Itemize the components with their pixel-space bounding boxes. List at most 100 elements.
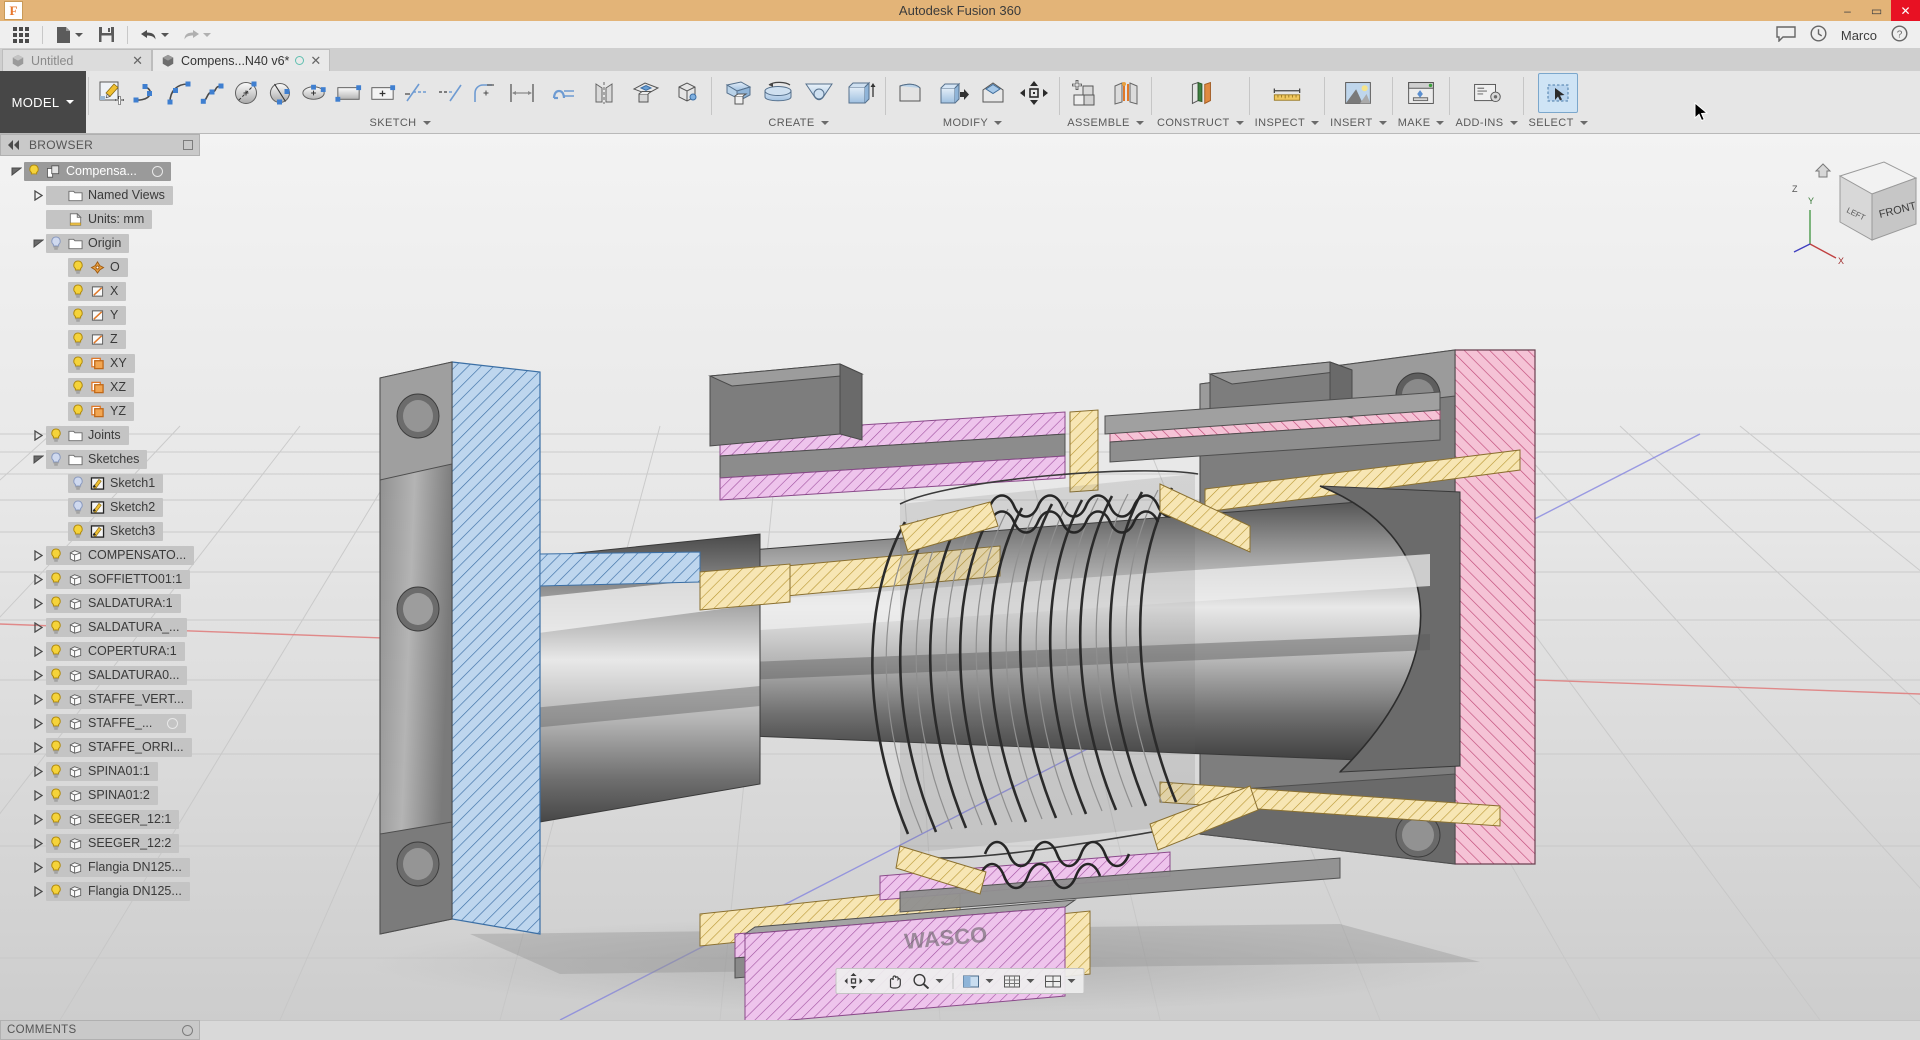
maximize-button[interactable]: ▭ — [1862, 0, 1891, 21]
ribbon-group-title-select[interactable]: SELECT — [1529, 115, 1588, 131]
visibility-bulb-icon[interactable] — [49, 547, 63, 563]
collapse-arrow-icon[interactable] — [33, 455, 44, 464]
expand-arrow-icon[interactable] — [33, 189, 43, 201]
visibility-bulb-icon[interactable] — [49, 427, 63, 443]
ribbon-group-title[interactable]: SKETCH — [369, 115, 431, 131]
measure-button[interactable] — [1267, 73, 1307, 113]
visibility-bulb-icon[interactable] — [49, 715, 63, 731]
visibility-bulb-icon[interactable] — [71, 331, 85, 347]
minimize-button[interactable]: – — [1833, 0, 1862, 21]
browser-item-toggle[interactable] — [8, 159, 24, 183]
browser-item-row[interactable]: SPINA01:1 — [46, 761, 158, 781]
arc-button[interactable] — [162, 73, 195, 113]
navigation-bar[interactable] — [835, 968, 1085, 994]
text-button[interactable] — [543, 73, 583, 113]
browser-item-flangia-dn125[interactable]: Flangia DN125... — [0, 879, 200, 903]
browser-item-toggle[interactable] — [30, 807, 46, 831]
select-button[interactable] — [1538, 73, 1579, 113]
new-component-button[interactable] — [1065, 73, 1105, 113]
browser-item-yz[interactable]: YZ — [0, 399, 200, 423]
project-button[interactable] — [625, 73, 665, 113]
browser-item-row[interactable]: XY — [68, 353, 135, 373]
browser-item-toggle[interactable] — [30, 879, 46, 903]
insert-image-button[interactable] — [1338, 73, 1378, 113]
browser-item-row[interactable]: Flangia DN125... — [46, 881, 190, 901]
browser-item-toggle[interactable] — [30, 447, 46, 471]
visibility-bulb-icon[interactable] — [49, 667, 63, 683]
browser-tree[interactable]: Compensa... Named Views Units: mm Origin O X Y… — [0, 156, 200, 903]
ribbon-group-title-create[interactable]: CREATE — [768, 115, 829, 131]
circle-button[interactable] — [230, 73, 263, 113]
collapse-left-icon[interactable] — [7, 140, 21, 150]
collapse-arrow-icon[interactable] — [11, 167, 22, 176]
history-button[interactable] — [1810, 25, 1827, 45]
visibility-bulb-icon[interactable] — [71, 355, 85, 371]
pan-button[interactable] — [882, 970, 907, 992]
visibility-bulb-icon[interactable] — [49, 595, 63, 611]
visibility-bulb-icon[interactable] — [49, 691, 63, 707]
browser-item-toggle[interactable] — [30, 423, 46, 447]
3d-print-button[interactable] — [1401, 73, 1441, 113]
browser-item-row[interactable]: Z — [68, 329, 126, 349]
browser-item-sketch3[interactable]: Sketch3 — [0, 519, 200, 543]
line-button[interactable] — [128, 73, 161, 113]
comments-button[interactable] — [1776, 25, 1796, 45]
browser-item-row[interactable]: Sketch2 — [68, 497, 164, 517]
visibility-bulb-icon[interactable] — [49, 643, 63, 659]
ellipse-button[interactable] — [298, 73, 331, 113]
offset-plane-button[interactable] — [1180, 73, 1220, 113]
browser-item-seeger-12-1[interactable]: SEEGER_12:1 — [0, 807, 200, 831]
browser-item-seeger-12-2[interactable]: SEEGER_12:2 — [0, 831, 200, 855]
browser-item-row[interactable]: Sketch3 — [68, 521, 164, 541]
browser-item-row[interactable]: SALDATURA0... — [46, 665, 188, 685]
expand-arrow-icon[interactable] — [33, 429, 43, 441]
browser-item-row[interactable]: SALDATURA_... — [46, 617, 188, 637]
fillet-button[interactable] — [468, 73, 501, 113]
browser-item-row[interactable]: Units: mm — [46, 209, 153, 229]
browser-item-x[interactable]: X — [0, 279, 200, 303]
visibility-bulb-icon[interactable] — [49, 619, 63, 635]
browser-item-staffe-orri[interactable]: STAFFE_ORRI... — [0, 735, 200, 759]
browser-item-compensato[interactable]: COMPENSATO... — [0, 543, 200, 567]
slot-button[interactable] — [366, 73, 399, 113]
browser-item-saldatura-1[interactable]: SALDATURA:1 — [0, 591, 200, 615]
browser-item-units-mm[interactable]: Units: mm — [0, 207, 200, 231]
browser-item-sketch1[interactable]: Sketch1 — [0, 471, 200, 495]
save-button[interactable] — [91, 22, 121, 48]
expand-arrow-icon[interactable] — [33, 717, 43, 729]
dimension-button[interactable] — [502, 73, 542, 113]
loft-button[interactable] — [799, 73, 839, 113]
visibility-bulb-icon[interactable] — [49, 811, 63, 827]
browser-item-toggle[interactable] — [30, 567, 46, 591]
visibility-bulb-icon[interactable] — [27, 163, 41, 179]
browser-item-toggle[interactable] — [30, 759, 46, 783]
visibility-bulb-icon[interactable] — [49, 763, 63, 779]
browser-item-o[interactable]: O — [0, 255, 200, 279]
expand-arrow-icon[interactable] — [33, 837, 43, 849]
create-sketch-button[interactable] — [94, 73, 127, 113]
visibility-bulb-icon[interactable] — [49, 451, 63, 467]
expand-arrow-icon[interactable] — [33, 885, 43, 897]
browser-item-saldatura[interactable]: SALDATURA_... — [0, 615, 200, 639]
visibility-bulb-icon[interactable] — [49, 883, 63, 899]
browser-item-joints[interactable]: Joints — [0, 423, 200, 447]
expand-arrow-icon[interactable] — [33, 549, 43, 561]
browser-item-row[interactable]: YZ — [68, 401, 134, 421]
tab-compensatore[interactable]: Compens...N40 v6* ✕ — [152, 49, 331, 71]
visibility-bulb-icon[interactable] — [71, 523, 85, 539]
browser-item-toggle[interactable] — [30, 543, 46, 567]
browser-item-row[interactable]: STAFFE_ORRI... — [46, 737, 192, 757]
new-file-button[interactable] — [49, 22, 89, 48]
expand-arrow-icon[interactable] — [33, 669, 43, 681]
browser-item-row[interactable]: Sketch1 — [68, 473, 164, 493]
browser-item-row[interactable]: SALDATURA:1 — [46, 593, 181, 613]
browser-item-row[interactable]: COMPENSATO... — [46, 545, 195, 565]
browser-item-row[interactable]: Y — [68, 305, 127, 325]
trim-button[interactable] — [434, 73, 467, 113]
mirror-button[interactable] — [584, 73, 624, 113]
browser-item-toggle[interactable] — [30, 735, 46, 759]
sweep-button[interactable] — [840, 73, 880, 113]
browser-item-xy[interactable]: XY — [0, 351, 200, 375]
browser-item-sketches[interactable]: Sketches — [0, 447, 200, 471]
visibility-bulb-icon[interactable] — [49, 571, 63, 587]
